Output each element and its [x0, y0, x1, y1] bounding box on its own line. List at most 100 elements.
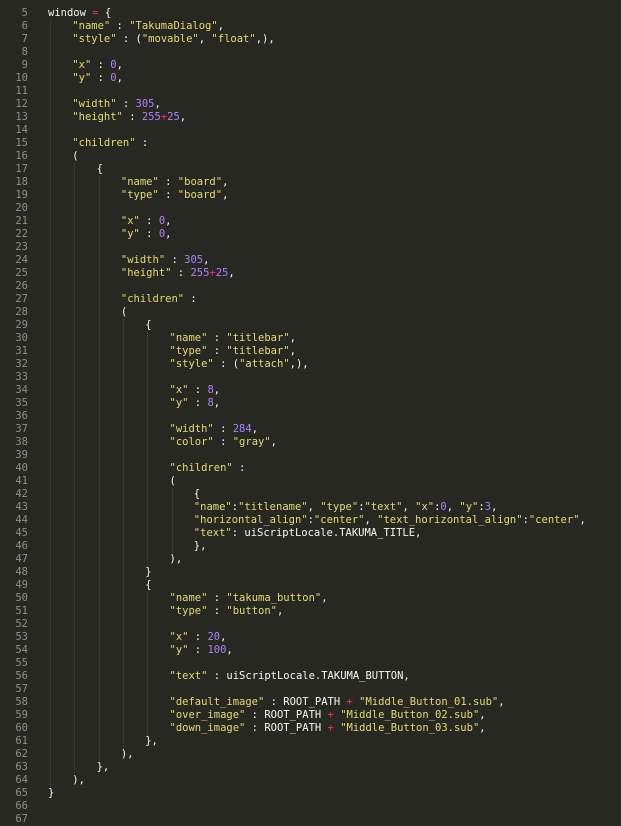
code-line[interactable]: }, — [145, 735, 158, 748]
line-number: 66 — [15, 800, 28, 812]
code-line[interactable]: }, — [97, 761, 110, 774]
line-number: 43 — [15, 501, 28, 513]
line-number: 28 — [15, 306, 28, 318]
code-line[interactable]: "horizontal_align":"center", "text_horiz… — [194, 514, 586, 527]
code-line[interactable]: "text" : uiScriptLocale.TAKUMA_BUTTON, — [170, 670, 410, 683]
line-number: 38 — [15, 436, 28, 448]
code-line[interactable]: "x" : 20, — [170, 631, 227, 644]
line-number: 49 — [15, 579, 28, 591]
code-token: "over_image" — [169, 709, 246, 721]
code-line[interactable]: { — [194, 488, 200, 501]
code-token: , — [276, 605, 284, 617]
code-line[interactable]: { — [145, 319, 151, 332]
code-line[interactable]: "width" : 284, — [170, 423, 259, 436]
code-token: "default_image" — [169, 696, 265, 708]
code-line[interactable]: }, — [194, 540, 207, 553]
code-editor[interactable]: 5 6 7 8 9 10 11 12 13 14 15 16 17 18 19 20 21 22 23 24 25 26 2… — [0, 0, 621, 825]
code-token: : — [188, 384, 208, 396]
code-line[interactable]: "y" : 100, — [170, 644, 233, 657]
code-token: : — [207, 332, 227, 344]
code-line[interactable]: ( — [121, 306, 127, 319]
line-number: 53 — [15, 631, 28, 643]
code-line[interactable]: "width" : 305, — [72, 98, 161, 111]
code-line[interactable]: window = { — [48, 7, 111, 20]
code-token: } — [48, 787, 55, 799]
line-number: 64 — [15, 774, 28, 786]
code-token: "titlebar" — [226, 345, 290, 357]
code-token: , — [402, 501, 416, 513]
code-line[interactable]: } — [145, 566, 151, 579]
code-line[interactable]: { — [145, 579, 151, 592]
code-line[interactable]: "children" : — [72, 137, 148, 150]
code-token: , — [179, 111, 187, 123]
code-token: "width" — [120, 254, 166, 266]
code-token: , — [491, 501, 498, 513]
code-line[interactable]: "style" : ("movable", "float",), — [72, 33, 274, 46]
code-token: "style" — [169, 358, 214, 370]
line-number: 8 — [21, 46, 28, 58]
line-number: 32 — [15, 358, 28, 370]
code-token: "x" — [169, 631, 189, 643]
code-line[interactable]: "default_image" : ROOT_PATH + "Middle_Bu… — [170, 696, 505, 709]
code-token: : — [188, 644, 208, 656]
line-number: 27 — [15, 293, 28, 305]
code-line[interactable]: "x" : 8, — [170, 384, 221, 397]
code-token: : — [207, 605, 227, 617]
code-line[interactable]: "type" : "titlebar", — [170, 345, 296, 358]
code-token: : — [207, 345, 227, 357]
code-line[interactable]: "children" : — [170, 462, 246, 475]
line-number-gutter: 5 6 7 8 9 10 11 12 13 14 15 16 17 18 19 20 21 22 23 24 25 26 2… — [0, 0, 36, 825]
code-token: ), — [169, 553, 183, 565]
code-line[interactable]: "y" : 0, — [72, 72, 123, 85]
code-line[interactable]: "name" : "board", — [121, 176, 229, 189]
code-token: : — [135, 137, 149, 149]
code-token: , — [270, 436, 277, 448]
code-line[interactable]: "width" : 305, — [121, 254, 210, 267]
line-number: 47 — [15, 553, 28, 565]
code-line[interactable]: ), — [72, 774, 85, 787]
code-token: "text_horizontal_align" — [377, 514, 523, 526]
code-line[interactable]: "height" : 255+25, — [121, 267, 235, 280]
code-line[interactable]: "children" : — [121, 293, 197, 306]
code-token: , — [198, 33, 212, 45]
indent-guide — [122, 319, 124, 748]
code-line[interactable]: "name" : "TakumaDialog", — [72, 20, 224, 33]
code-line[interactable]: "name" : "takuma_button", — [170, 592, 328, 605]
code-line[interactable]: "y" : 8, — [170, 397, 221, 410]
code-token: "y" — [72, 72, 92, 84]
code-token: : ( — [213, 358, 240, 370]
code-token: : ROOT_PATH — [245, 722, 328, 734]
code-token: "name" — [169, 332, 208, 344]
line-number: 14 — [15, 124, 28, 136]
code-line[interactable]: ), — [121, 748, 134, 761]
code-token: "width" — [72, 98, 117, 110]
line-number: 50 — [15, 592, 28, 604]
code-line[interactable]: "name" : "titlebar", — [170, 332, 296, 345]
code-line[interactable]: "x" : 0, — [121, 215, 172, 228]
code-line[interactable]: "type" : "board", — [121, 189, 229, 202]
code-line[interactable]: } — [48, 787, 54, 800]
code-line[interactable]: { — [97, 163, 103, 176]
line-number: 67 — [15, 813, 28, 825]
line-number: 25 — [15, 267, 28, 279]
code-token: : — [158, 176, 178, 188]
code-token: "center" — [313, 514, 365, 526]
code-line[interactable]: "over_image" : ROOT_PATH + "Middle_Butto… — [170, 709, 486, 722]
code-line[interactable]: "style" : ("attach",), — [170, 358, 309, 371]
code-line[interactable]: "type" : "button", — [170, 605, 284, 618]
line-number: 16 — [15, 150, 28, 162]
code-line[interactable]: ( — [170, 475, 176, 488]
code-line[interactable]: ( — [72, 150, 78, 163]
code-line[interactable]: "y" : 0, — [121, 228, 172, 241]
code-token: }, — [193, 540, 207, 552]
code-line[interactable]: "height" : 255+25, — [72, 111, 186, 124]
code-line[interactable]: "x" : 0, — [72, 59, 123, 72]
code-line[interactable]: "text": uiScriptLocale.TAKUMA_TITLE, — [194, 527, 422, 540]
code-line[interactable]: "color" : "gray", — [170, 436, 278, 449]
code-line[interactable]: "name":"titlename", "type":"text", "x":0… — [194, 501, 498, 514]
line-number: 6 — [21, 20, 28, 32]
code-token: "children" — [120, 293, 185, 305]
code-token: } — [145, 566, 152, 578]
code-line[interactable]: "down_image" : ROOT_PATH + "Middle_Butto… — [170, 722, 486, 735]
code-line[interactable]: ), — [170, 553, 183, 566]
